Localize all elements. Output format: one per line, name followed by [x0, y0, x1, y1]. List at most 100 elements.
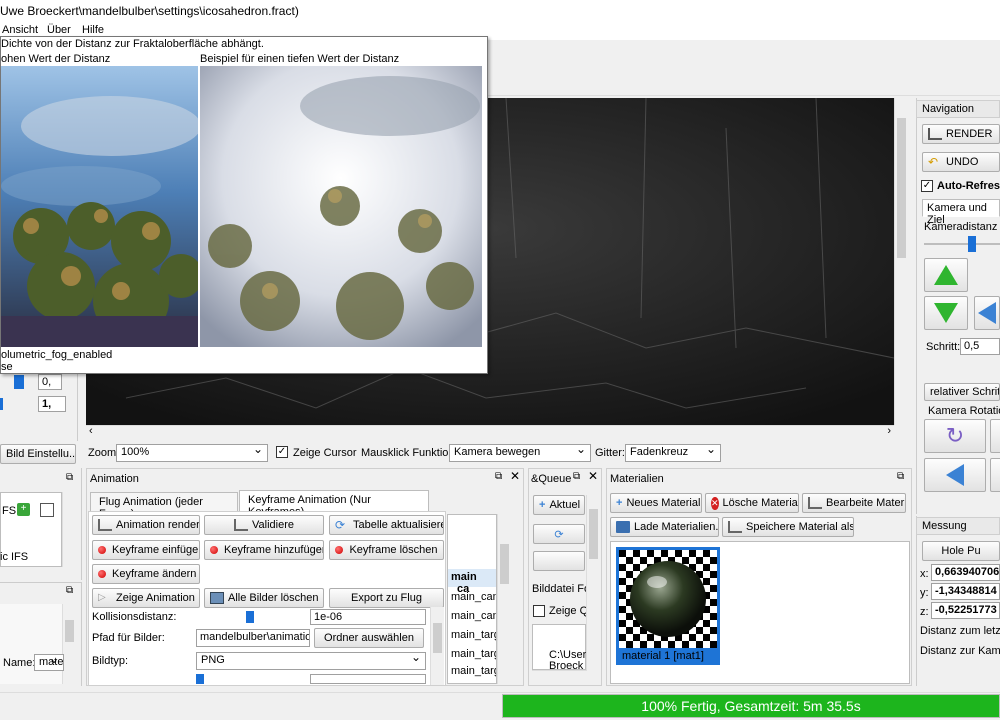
keyframe-einfuegen-button[interactable]: Keyframe einfügen — [92, 540, 200, 560]
fractal-item-ic-ifs[interactable]: ic IFS — [0, 551, 28, 563]
tab-keyframe-animation[interactable]: Keyframe Animation (Nur Keyframes) — [239, 490, 429, 518]
kameradistanz-slider-handle[interactable] — [968, 236, 976, 252]
pfad-field[interactable]: mandelbulber\animation\ — [196, 629, 310, 647]
pfad-label: Pfad für Bilder: — [92, 632, 165, 644]
rotate-button[interactable]: ↻ — [924, 419, 986, 453]
y-label: y: — [920, 587, 929, 599]
alle-bilder-loeschen-button[interactable]: Alle Bilder löschen — [204, 588, 324, 608]
speichere-material-button[interactable]: Speichere Material als... — [722, 517, 854, 537]
animation-params-scrollbar[interactable] — [430, 607, 444, 685]
keyframe-aendern-button[interactable]: Keyframe ändern — [92, 564, 200, 584]
zeige-queue-checkbox[interactable] — [533, 605, 545, 617]
move-down-button[interactable] — [924, 296, 968, 330]
relativer-schrittmodus-button[interactable]: relativer Schrittm — [924, 383, 1000, 401]
extra-slider[interactable] — [196, 674, 204, 684]
fractal-checkbox[interactable] — [40, 503, 54, 517]
plus-icon: + — [539, 499, 546, 511]
table-row[interactable]: main_cam — [451, 610, 496, 622]
menu-ansicht[interactable]: Ansicht — [2, 24, 38, 36]
hole-punkt-button[interactable]: Hole Pu — [922, 541, 1000, 561]
table-row[interactable]: main_targ — [451, 665, 496, 677]
bildtyp-combo[interactable]: PNG — [196, 652, 426, 670]
undock-icon-2[interactable]: ⧉ — [66, 585, 73, 596]
material-item[interactable]: material 1 [mat1] — [616, 547, 720, 665]
zeige-animation-button[interactable]: ▷ Zeige Animation — [92, 588, 200, 608]
name-combo[interactable]: mate — [34, 654, 64, 671]
neues-material-button[interactable]: + Neues Material — [610, 493, 702, 513]
slider-handle-2[interactable] — [0, 398, 3, 410]
bearbeite-material-button[interactable]: Bearbeite Material — [802, 493, 906, 513]
undock-icon-5[interactable]: ⧉ — [897, 471, 904, 482]
navigation-header: Navigation — [916, 100, 1000, 118]
export-zu-flug-button[interactable]: Export zu Flug — [329, 588, 444, 608]
tooltip-caption-left: ohen Wert der Distanz — [1, 53, 111, 65]
add-icon[interactable]: + — [17, 503, 30, 516]
loesche-material-button[interactable]: ✕ Lösche Material — [705, 493, 799, 513]
fractal-item-fs[interactable]: FS — [2, 505, 16, 517]
kameradistanz-slider-track[interactable] — [924, 243, 1000, 245]
keyframe-loeschen-button[interactable]: Keyframe löschen — [329, 540, 444, 560]
undock-icon[interactable]: ⧉ — [66, 472, 73, 483]
queue-button-3[interactable] — [533, 551, 585, 571]
close-icon[interactable]: ✕ — [510, 469, 520, 483]
move-left-button[interactable] — [974, 296, 1000, 330]
aktuel-button[interactable]: + Aktuel — [533, 495, 585, 515]
zeige-animation-label: Zeige Animation — [116, 592, 195, 604]
undock-icon-4[interactable]: ⧉ — [573, 471, 580, 482]
menu-ueber[interactable]: Über — [47, 24, 71, 36]
fractal-list-scrollbar[interactable] — [62, 492, 76, 567]
zoom-combo[interactable]: 100% — [116, 444, 268, 462]
zeige-cursor-checkbox[interactable]: ✓ — [276, 446, 288, 458]
schritt-field[interactable]: 0,5 — [960, 338, 1000, 355]
queue-scrollbar[interactable] — [586, 495, 600, 671]
kollisionsdistanz-field[interactable]: 1e-06 — [310, 609, 426, 625]
animation-rendern-button[interactable]: Animation rendern — [92, 515, 200, 535]
bild-einstellungen-button[interactable]: Bild Einstellu... — [0, 444, 76, 464]
render-button[interactable]: RENDER — [922, 124, 1000, 144]
undo-button[interactable]: ↶ UNDO — [922, 152, 1000, 172]
rotate-left-button[interactable] — [924, 458, 986, 492]
material-editor-scrollbar[interactable] — [62, 604, 76, 684]
tooltip-popup: Dichte von der Distanz zur Fraktaloberfl… — [0, 36, 488, 374]
plus-icon-2: + — [616, 497, 623, 509]
tab-kamera-und-ziel[interactable]: Kamera und Ziel — [922, 199, 1000, 226]
x-field[interactable]: 0,663940706 — [931, 564, 1000, 581]
undock-icon-3[interactable]: ⧉ — [495, 471, 502, 482]
lade-materialien-button[interactable]: Lade Materialien... — [610, 517, 719, 537]
scroll-right-arrow-icon[interactable]: › — [887, 425, 891, 437]
mausklick-combo[interactable]: Kamera bewegen — [449, 444, 591, 462]
table-row[interactable]: main_cam — [451, 591, 496, 603]
value-field-1[interactable]: 0, — [38, 374, 62, 390]
z-field[interactable]: -0,52251773 — [931, 602, 1000, 619]
keyframe-hinzufuegen-button[interactable]: Keyframe hinzufügen — [204, 540, 324, 560]
kollisionsdistanz-slider[interactable] — [246, 611, 254, 623]
ordner-auswaehlen-button[interactable]: Ordner auswählen — [314, 628, 424, 648]
arrow-up-icon — [934, 265, 958, 285]
table-row[interactable]: main_targ — [451, 648, 496, 660]
move-up-button[interactable] — [924, 258, 968, 292]
keyframe-table[interactable]: main ca main_cam main_cam main_targ main… — [447, 514, 497, 684]
auto-refresh-checkbox[interactable]: ✓ — [921, 180, 933, 192]
queue-scrollbar-horizontal[interactable] — [532, 670, 586, 684]
slider-handle[interactable] — [14, 375, 24, 389]
render-scrollbar-horizontal[interactable]: ‹ › — [86, 425, 894, 439]
y-field[interactable]: -1,34348814 — [931, 583, 1000, 600]
keyframe-table-scrollbar[interactable] — [497, 514, 511, 684]
menu-hilfe[interactable]: Hilfe — [82, 24, 104, 36]
close-icon-2[interactable]: ✕ — [588, 469, 598, 483]
tabelle-aktualisieren-button[interactable]: ⟳ Tabelle aktualisieren — [329, 515, 444, 535]
scroll-left-arrow-icon[interactable]: ‹ — [89, 425, 93, 437]
table-row[interactable]: main_targ — [451, 629, 496, 641]
render-scrollbar-vertical[interactable] — [894, 98, 908, 425]
gitter-combo[interactable]: Fadenkreuz — [625, 444, 721, 462]
tab-flug-animation[interactable]: Flug Animation (jeder Frame) — [90, 492, 238, 520]
rotate-right-button[interactable] — [990, 458, 1000, 492]
queue-refresh-button[interactable]: ⟳ — [533, 524, 585, 544]
gitter-label: Gitter: — [595, 447, 625, 459]
value-field-2[interactable]: 1, — [38, 396, 66, 412]
keyframe-table-header: main ca — [448, 569, 496, 595]
queue-list[interactable]: C:\User Broeck — [532, 624, 586, 672]
extra-field[interactable] — [310, 674, 426, 684]
rotate-button-2[interactable] — [990, 419, 1000, 453]
validiere-button[interactable]: Validiere — [204, 515, 324, 535]
